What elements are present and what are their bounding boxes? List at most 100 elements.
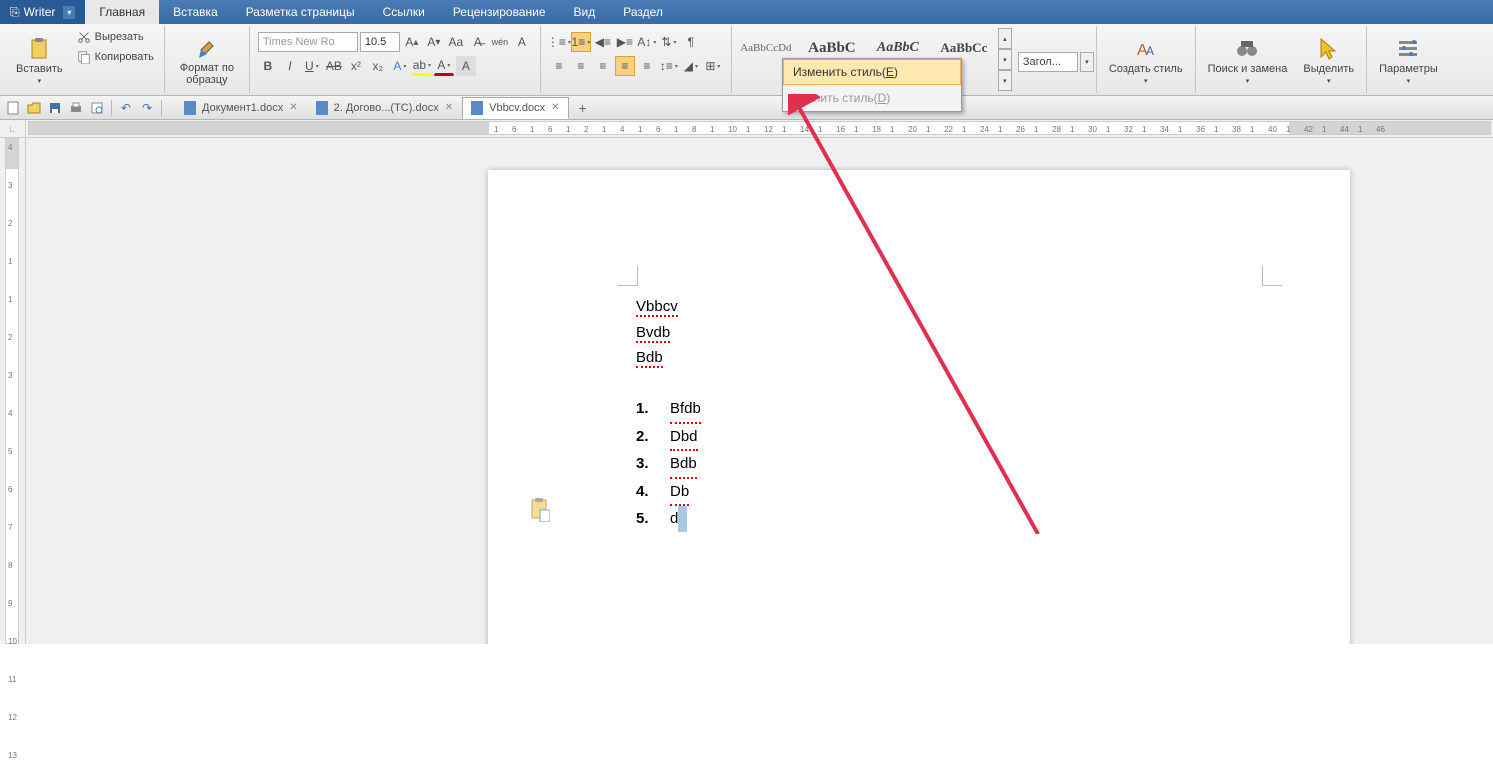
outdent-icon: ◀≡	[595, 35, 611, 49]
chevron-down-icon: ▾	[1327, 77, 1331, 85]
style-scroll-down[interactable]: ▾	[998, 49, 1012, 70]
svg-text:A: A	[1146, 44, 1154, 58]
subscript-button[interactable]: x₂	[368, 56, 388, 76]
align-right-button[interactable]: ≡	[593, 56, 613, 76]
align-center-button[interactable]: ≡	[571, 56, 591, 76]
change-case-button[interactable]: Aa	[446, 32, 466, 52]
cut-button[interactable]: Вырезать	[73, 28, 158, 46]
paste-button[interactable]: Вставить ▾	[10, 28, 69, 94]
shrink-font-button[interactable]: A▾	[424, 32, 444, 52]
tab-view[interactable]: Вид	[560, 0, 610, 24]
app-menu-dropdown-icon[interactable]: ▾	[63, 6, 75, 19]
phonetic-guide-button[interactable]: wén	[490, 32, 510, 52]
clear-format-button[interactable]: A̶	[468, 32, 488, 52]
show-marks-button[interactable]: ¶	[681, 32, 701, 52]
bullets-icon: ⋮≡	[547, 35, 566, 49]
style-scroll-up[interactable]: ▴	[998, 28, 1012, 49]
qa-open[interactable]	[25, 99, 43, 117]
save-icon	[48, 101, 62, 115]
italic-button[interactable]: I	[280, 56, 300, 76]
font-color-button[interactable]: A	[434, 56, 454, 76]
document-canvas[interactable]: Vbbcv Bvdb Bdb 1.Bfdb 2.Dbd 3.Bdb 4.Db 5…	[26, 138, 1493, 644]
app-badge[interactable]: ⎘ Writer ▾	[0, 0, 85, 24]
vertical-ruler[interactable]: 432112345678910111213	[0, 138, 26, 644]
text-direction-button[interactable]: A↕	[637, 32, 657, 52]
tab-references[interactable]: Ссылки	[369, 0, 439, 24]
bucket-icon: ◢	[684, 59, 693, 73]
select-button[interactable]: Выделить ▾	[1297, 28, 1360, 94]
superscript-button[interactable]: x²	[346, 56, 366, 76]
numbering-icon: 1≡	[572, 35, 586, 49]
bullets-button[interactable]: ⋮≡	[549, 32, 569, 52]
paste-options-icon[interactable]	[530, 498, 550, 522]
char-shading-button[interactable]: A	[456, 56, 476, 76]
tab-section[interactable]: Раздел	[609, 0, 677, 24]
style-name-field[interactable]: Загол...	[1018, 52, 1078, 72]
line-spacing-button[interactable]: ↕≡	[659, 56, 679, 76]
char-border-button[interactable]: A	[512, 32, 532, 52]
options-button[interactable]: Параметры ▾	[1373, 28, 1444, 94]
format-painter-button[interactable]: Формат по образцу	[171, 28, 243, 94]
create-style-button[interactable]: AA Создать стиль ▾	[1103, 28, 1189, 94]
font-size-select[interactable]: 10.5	[360, 32, 400, 52]
font-name-select[interactable]: Times New Ro	[258, 32, 358, 52]
decrease-indent-button[interactable]: ◀≡	[593, 32, 613, 52]
qa-new[interactable]	[4, 99, 22, 117]
tab-page-layout[interactable]: Разметка страницы	[232, 0, 369, 24]
highlight-button[interactable]: ab	[412, 56, 432, 76]
align-right-icon: ≡	[599, 59, 606, 73]
binoculars-icon	[1235, 37, 1259, 61]
chevron-down-icon: ▾	[38, 77, 42, 85]
find-replace-button[interactable]: Поиск и замена ▾	[1202, 28, 1294, 94]
ruler-corner[interactable]: ∟	[0, 120, 26, 138]
new-doc-icon	[6, 101, 20, 115]
text-effect-button[interactable]: A	[390, 56, 410, 76]
align-left-button[interactable]: ≡	[549, 56, 569, 76]
grow-font-button[interactable]: A▴	[402, 32, 422, 52]
distributed-button[interactable]: ≡	[637, 56, 657, 76]
app-logo-icon: ⎘	[10, 5, 20, 20]
doc-tab-0[interactable]: Документ1.docx ✕	[175, 97, 307, 119]
qa-undo[interactable]: ↶	[117, 99, 135, 117]
line-spacing2-button[interactable]: ⇅	[659, 32, 679, 52]
doc-tab-1[interactable]: 2. Догово...(ТС).docx ✕	[307, 97, 463, 119]
copy-button[interactable]: Копировать	[73, 48, 158, 66]
margin-marker-tl	[618, 266, 638, 286]
close-icon[interactable]: ✕	[551, 102, 559, 113]
tab-insert[interactable]: Вставка	[159, 0, 232, 24]
borders-button[interactable]: ⊞	[703, 56, 723, 76]
doc-icon	[471, 101, 483, 115]
document-body[interactable]: Vbbcv Bvdb Bdb 1.Bfdb 2.Dbd 3.Bdb 4.Db 5…	[636, 294, 701, 532]
doc-tab-2[interactable]: Vbbcv.docx ✕	[462, 97, 568, 119]
undo-icon: ↶	[121, 101, 131, 115]
qa-print-preview[interactable]	[88, 99, 106, 117]
strikethrough-button[interactable]: AB	[324, 56, 344, 76]
chevron-down-icon: ▾	[1246, 77, 1250, 85]
close-icon[interactable]: ✕	[289, 102, 297, 113]
style-name-dropdown[interactable]: ▾	[1080, 52, 1094, 72]
qa-print[interactable]	[67, 99, 85, 117]
text-cursor	[678, 506, 686, 532]
preview-icon	[90, 101, 104, 115]
numbering-button[interactable]: 1≡	[571, 32, 591, 52]
close-icon[interactable]: ✕	[445, 102, 453, 113]
new-tab-button[interactable]: +	[573, 98, 593, 118]
justify-button[interactable]: ≡	[615, 56, 635, 76]
tab-review[interactable]: Рецензирование	[439, 0, 560, 24]
align-left-icon: ≡	[555, 59, 562, 73]
style-expand[interactable]: ▾	[998, 70, 1012, 91]
increase-indent-button[interactable]: ▶≡	[615, 32, 635, 52]
qa-save[interactable]	[46, 99, 64, 117]
qa-redo[interactable]: ↷	[138, 99, 156, 117]
chevron-down-icon: ▾	[1144, 77, 1148, 85]
style-context-menu: Изменить стиль(E) Удалить стиль(D)	[782, 58, 962, 112]
margin-marker-tr	[1262, 266, 1282, 286]
edit-style-item[interactable]: Изменить стиль(E)	[783, 59, 961, 85]
bold-button[interactable]: B	[258, 56, 278, 76]
shading-button[interactable]: ◢	[681, 56, 701, 76]
underline-button[interactable]: U	[302, 56, 322, 76]
indent-icon: ▶≡	[617, 35, 633, 49]
app-name: Writer	[24, 5, 56, 19]
tab-home[interactable]: Главная	[85, 0, 159, 24]
horizontal-ruler[interactable]: 1616121416181101121141161181201221241261…	[28, 121, 1491, 135]
